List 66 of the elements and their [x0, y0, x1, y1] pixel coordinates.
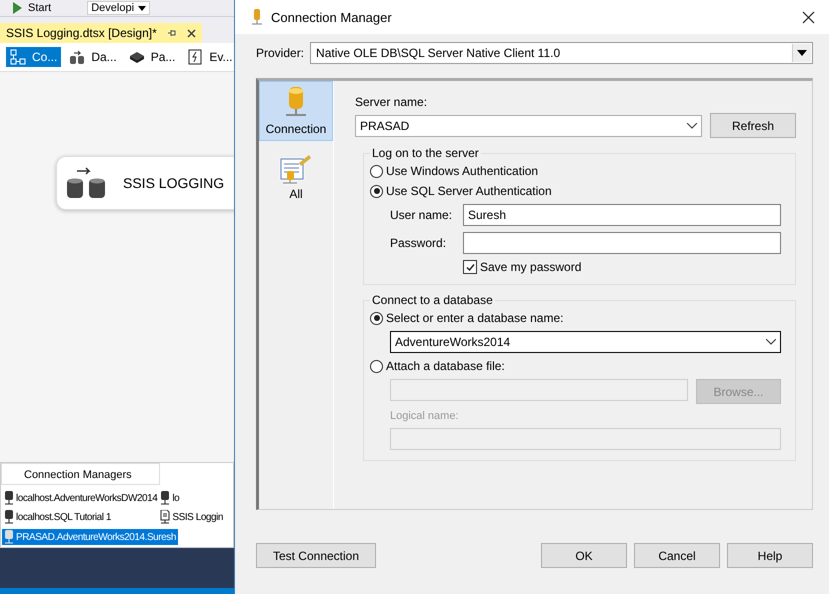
radio-button[interactable] [370, 312, 383, 324]
flow-icon [10, 49, 26, 65]
database-icon [160, 491, 170, 505]
designer-tab[interactable]: Pa... [124, 47, 180, 67]
connection-manager-item[interactable]: localhost.SQL Tutorial 1 [4, 510, 158, 524]
group-title: Log on to the server [371, 146, 480, 160]
provider-label: Provider: [256, 46, 304, 60]
server-name-label: Server name: [355, 95, 428, 109]
password-label: Password: [389, 236, 448, 250]
chevron-down-icon [766, 339, 776, 345]
designer-tab[interactable]: Co... [6, 47, 62, 67]
nav-item[interactable]: All [259, 149, 333, 205]
cylinders-icon [69, 49, 86, 65]
task-label: SSIS LOGGING [123, 175, 224, 191]
radio-button[interactable] [370, 184, 383, 198]
radio-label: Use Windows Authentication [386, 164, 538, 178]
event-icon [187, 49, 204, 65]
connection-manager-item[interactable]: SSIS Loggin [160, 510, 224, 524]
chevron-down-icon [687, 122, 697, 128]
radio-label: Select or enter a database name: [386, 311, 564, 325]
caret-icon [138, 6, 146, 10]
chip-icon [128, 49, 145, 65]
user-name-label: User name: [389, 208, 454, 222]
connection-manager-item[interactable]: lo [160, 491, 224, 505]
database-icon [4, 530, 14, 544]
group-title: Connect to a database [371, 293, 494, 307]
pin-icon[interactable] [166, 28, 177, 38]
help-button[interactable]: Help [727, 543, 813, 568]
close-icon[interactable] [186, 28, 196, 38]
connection-managers-tab[interactable]: Connection Managers [1, 463, 160, 485]
checkbox-label: Save my password [480, 260, 582, 274]
document-icon [160, 510, 170, 524]
task-node[interactable]: SSIS LOGGING [56, 156, 234, 210]
nav-item[interactable]: Connection [259, 81, 333, 141]
database-icon [4, 491, 14, 505]
provider-dropdown[interactable]: Native OLE DB\SQL Server Native Client 11.0 [310, 42, 813, 64]
database-name-dropdown[interactable]: AdventureWorks2014 [390, 331, 781, 353]
connection-manager-item[interactable]: localhost.AdventureWorksDW2014 [4, 491, 158, 505]
cancel-button[interactable]: Cancel [634, 543, 720, 568]
close-icon[interactable] [802, 10, 815, 24]
radio-label: Use SQL Server Authentication [386, 184, 552, 198]
designer-tab[interactable]: Ev... [183, 47, 234, 67]
checkmark-icon [464, 262, 476, 272]
start-button[interactable]: Start [28, 2, 52, 14]
database-icon [252, 9, 262, 25]
document-tab-title: SSIS Logging.dtsx [Design]* [6, 26, 157, 40]
radio-label: Attach a database file: [386, 359, 505, 373]
designer-tab[interactable]: Da... [65, 47, 121, 67]
config-dropdown[interactable]: Developi [87, 1, 150, 15]
test-connection-button[interactable]: Test Connection [256, 543, 376, 568]
server-name-dropdown[interactable]: PRASAD [355, 114, 702, 136]
caret-icon [797, 50, 807, 56]
ok-button[interactable]: OK [541, 543, 627, 568]
user-name-field[interactable]: Suresh [463, 204, 781, 226]
password-field[interactable] [463, 232, 781, 254]
connection-manager-item[interactable]: PRASAD.AdventureWorks2014.Suresh [2, 529, 178, 545]
checkbox[interactable] [463, 260, 477, 274]
radio-button[interactable] [370, 360, 383, 372]
radio-button[interactable] [370, 164, 383, 178]
refresh-button[interactable]: Refresh [710, 113, 796, 138]
properties-icon [279, 153, 313, 185]
database-icon [4, 510, 14, 524]
logical-name-label: Logical name: [390, 410, 458, 422]
document-tab[interactable]: SSIS Logging.dtsx [Design]* [0, 23, 202, 43]
play-icon[interactable] [12, 2, 22, 14]
dialog-title: Connection Manager [271, 10, 393, 24]
